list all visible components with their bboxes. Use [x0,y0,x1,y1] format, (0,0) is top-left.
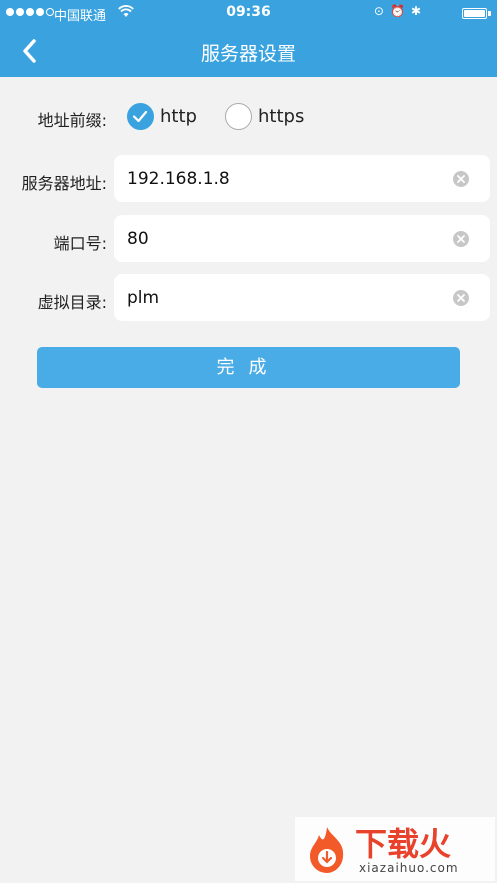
clear-dir-button[interactable] [453,290,469,306]
clear-server-button[interactable] [453,171,469,187]
chevron-left-icon [23,39,36,63]
top-bar: 中国联通 09:36 ⊙⏰✱ 服务器设置 [0,0,497,77]
radio-http-label: http [160,106,197,127]
back-button[interactable] [16,36,46,66]
server-address-field [114,155,490,202]
server-address-input[interactable] [127,155,447,202]
alarm-icon: ⏰ [389,4,411,18]
port-input[interactable] [127,215,447,262]
virtual-dir-field [114,274,490,321]
watermark-domain: xiazaihuo.com [359,861,459,875]
port-field [114,215,490,262]
status-icons: ⊙⏰✱ [374,4,427,18]
battery-icon [462,8,487,19]
bluetooth-icon: ✱ [410,4,427,18]
virtual-dir-label: 虚拟目录: [37,293,107,312]
watermark-brand: 下载火 [355,825,452,863]
page-title: 服务器设置 [200,43,296,65]
radio-checked-icon [127,103,154,130]
radio-https-label: https [258,106,305,127]
navigation-bar: 服务器设置 [0,26,497,77]
status-bar: 中国联通 09:36 ⊙⏰✱ [0,0,497,26]
port-label: 端口号: [53,234,107,253]
watermark: 下载火 xiazaihuo.com [295,817,495,881]
radio-unchecked-icon [225,103,252,130]
clear-icon [457,235,465,243]
clear-icon [457,294,465,302]
radio-http[interactable]: http [127,103,197,130]
rotation-lock-icon: ⊙ [373,4,390,18]
clear-icon [457,175,465,183]
prefix-label: 地址前缀: [37,111,107,130]
virtual-dir-input[interactable] [127,274,447,321]
done-button[interactable]: 完成 [37,347,460,388]
flame-logo-icon [310,827,344,873]
clear-port-button[interactable] [453,231,469,247]
server-address-label: 服务器地址: [21,174,107,193]
radio-https[interactable]: https [225,103,304,130]
